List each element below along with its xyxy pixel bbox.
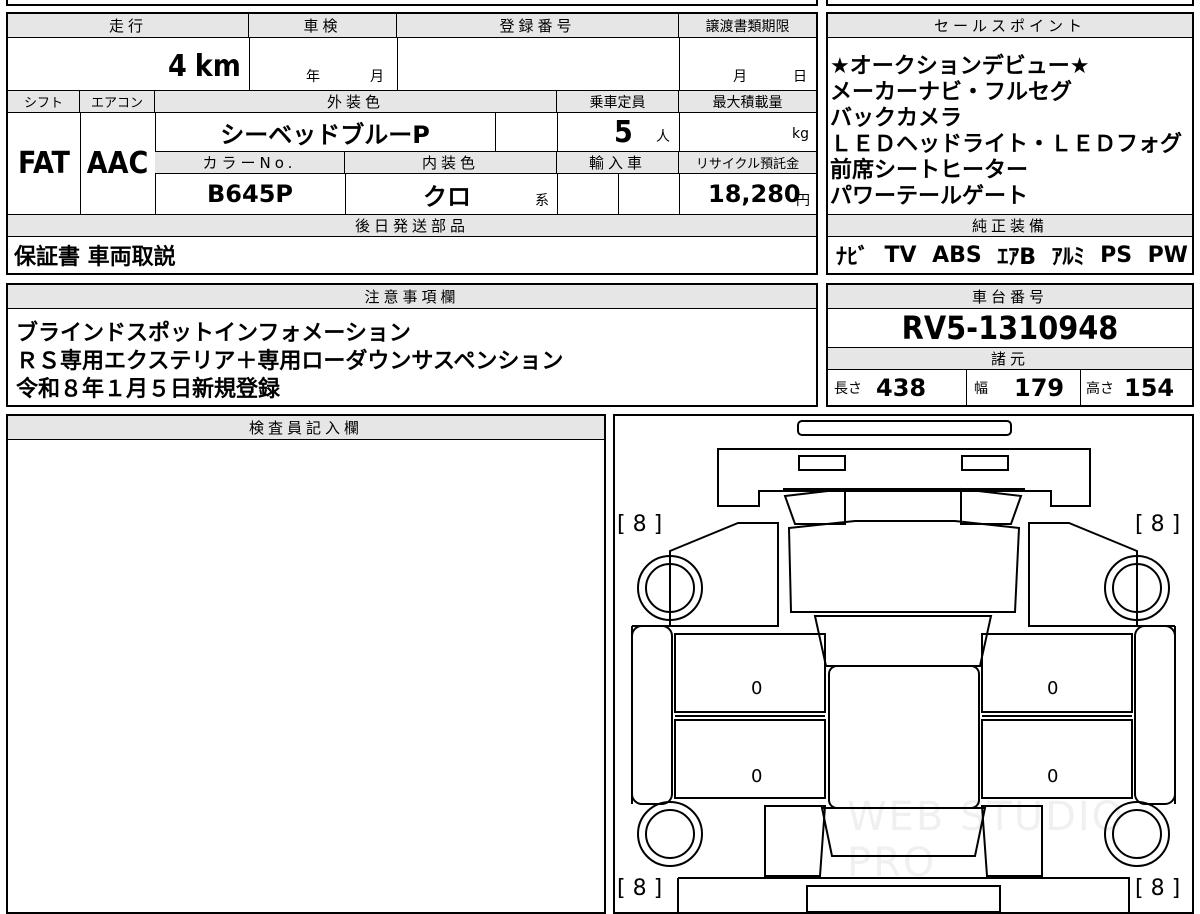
mileage-value-wrap: 4 km <box>168 46 248 86</box>
shift-header: シフト <box>8 91 80 113</box>
watermark: WEB STUDIO PRO <box>847 794 1126 886</box>
mileage-unit: km <box>194 48 241 84</box>
recycle-value: 18,280 <box>708 180 801 208</box>
interior-color-header: 内装色 <box>345 152 557 174</box>
car-diagram-box: [ 8 ] [ 8 ] [ 8 ] [ 8 ] 0 0 0 0 WEB STUD… <box>613 414 1194 914</box>
aircon-value: AAC <box>86 146 149 181</box>
equip-tv: TV <box>884 242 917 268</box>
interior-color-value: クロ <box>423 182 471 211</box>
sales-points-header: セールスポイント <box>828 14 1192 38</box>
door-front-right-mark: 0 <box>1047 678 1059 699</box>
genuine-equipment-list: ﾅﾋﾞ TV ABS ｴｱB ｱﾙﾐ PS PW <box>836 237 1188 273</box>
chassis-value: RV5-1310948 <box>901 309 1119 347</box>
interior-color-unit: 系 <box>535 193 549 209</box>
capacity-header: 乗車定員 <box>557 91 679 113</box>
door-rear-left-mark: 0 <box>751 766 763 787</box>
sales-points-box: セールスポイント ★オークションデビュー★ メーカーナビ・フルセグ バックカメラ… <box>826 12 1194 275</box>
spec-height-value: 154 <box>1124 373 1175 402</box>
color-no-value: B645P <box>207 180 293 208</box>
spec-length: 長さ 438 <box>834 370 926 405</box>
chassis-box: 車台番号 RV5-1310948 諸元 長さ 438 幅 179 高さ 154 <box>826 283 1194 407</box>
capacity-unit: 人 <box>656 129 670 145</box>
top-strip <box>6 0 818 6</box>
color-no-header: カラーNo. <box>155 152 345 174</box>
inspector-header: 検査員記入欄 <box>8 416 604 440</box>
tire-rear-left-depth: [ 8 ] <box>617 876 663 901</box>
notes-header: 注意事項欄 <box>8 285 816 309</box>
top-strip-right <box>826 0 1194 6</box>
door-rear-right-mark: 0 <box>1047 766 1059 787</box>
spec-length-label: 長さ <box>834 380 862 397</box>
later-parts-header: 後日発送部品 <box>8 215 816 237</box>
later-parts-value: 保証書 車両取説 <box>14 245 176 270</box>
shaken-year-unit: 年 <box>306 69 320 85</box>
tire-front-right-depth: [ 8 ] <box>1135 512 1181 537</box>
recycle-unit: 円 <box>796 193 810 209</box>
equip-ps: PS <box>1100 242 1133 268</box>
max-load-header: 最大積載量 <box>679 91 816 113</box>
notes-box: 注意事項欄 ブラインドスポットインフォメーション ＲＳ専用エクステリア＋専用ロー… <box>6 283 818 407</box>
equip-navi: ﾅﾋﾞ <box>836 245 870 270</box>
specs-header: 諸元 <box>828 348 1192 370</box>
exterior-color-header: 外装色 <box>155 91 557 113</box>
equip-airbag: ｴｱB <box>997 245 1037 270</box>
registration-header: 登録番号 <box>397 14 679 38</box>
mileage-value: 4 <box>168 48 187 84</box>
transfer-day-unit: 日 <box>793 69 807 85</box>
mileage-header: 走行 <box>8 14 249 38</box>
import-header: 輸入車 <box>557 152 679 174</box>
inspector-box: 検査員記入欄 <box>6 414 606 914</box>
max-load-unit: kg <box>792 126 809 142</box>
transfer-deadline-header: 譲渡書類期限 <box>679 14 816 38</box>
chassis-header: 車台番号 <box>828 285 1192 309</box>
spec-height: 高さ 154 <box>1086 370 1174 405</box>
genuine-equipment-header: 純正装備 <box>828 215 1192 237</box>
equip-abs: ABS <box>932 242 982 268</box>
shaken-month-unit: 月 <box>370 69 384 85</box>
door-front-left-mark: 0 <box>751 678 763 699</box>
equip-alloy: ｱﾙﾐ <box>1051 245 1085 270</box>
spec-length-value: 438 <box>876 373 927 402</box>
vehicle-info-box: 走行 車検 登録番号 譲渡書類期限 4 km 年 月 月 日 シフト エアコン … <box>6 12 818 275</box>
shift-value: FAT <box>18 146 70 181</box>
spec-width-label: 幅 <box>974 380 988 397</box>
exterior-color-value: シーベッドブルーP <box>220 120 430 149</box>
recycle-header: リサイクル預託金 <box>679 152 816 174</box>
sales-point-6: パワーテールゲート <box>830 184 1029 209</box>
spec-width: 幅 179 <box>974 370 1064 405</box>
equip-pw: PW <box>1147 242 1188 268</box>
shaken-header: 車検 <box>249 14 397 38</box>
spec-height-label: 高さ <box>1086 380 1114 397</box>
spec-width-value: 179 <box>1014 373 1065 402</box>
tire-front-left-depth: [ 8 ] <box>617 512 663 537</box>
transfer-month-unit: 月 <box>733 69 747 85</box>
capacity-value: 5 <box>614 114 633 150</box>
note-line-3: 令和８年１月５日新規登録 <box>16 377 281 402</box>
aircon-header: エアコン <box>80 91 155 113</box>
